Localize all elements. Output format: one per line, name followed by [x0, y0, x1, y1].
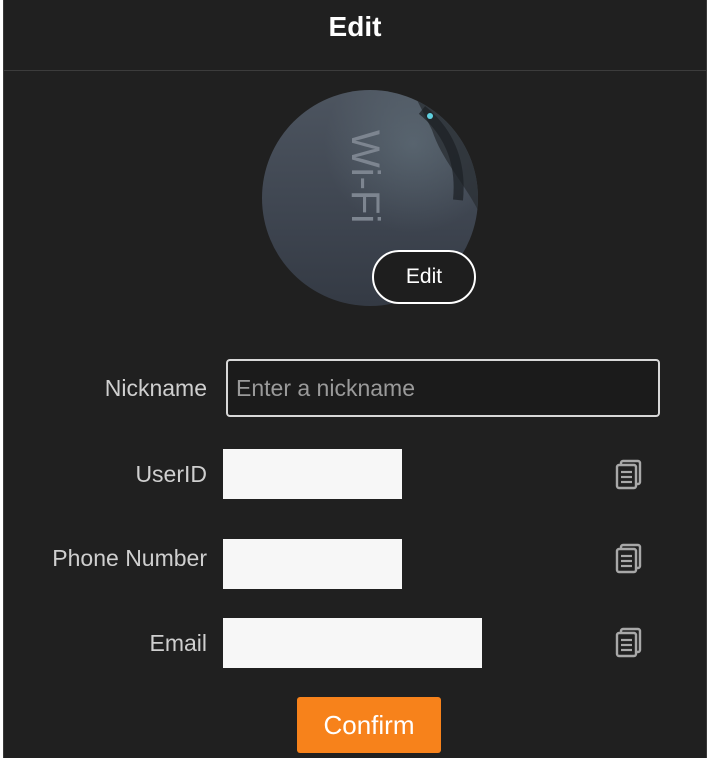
email-value	[223, 618, 482, 668]
email-label: Email	[149, 630, 207, 656]
phone-label: Phone Number	[52, 545, 207, 571]
userid-label: UserID	[135, 461, 207, 487]
dialog-header: Edit	[4, 0, 706, 71]
dialog-title: Edit	[328, 11, 382, 42]
userid-value	[223, 449, 402, 499]
userid-copy-icon[interactable]	[612, 457, 646, 491]
nickname-label: Nickname	[104, 375, 207, 401]
email-copy-icon[interactable]	[612, 625, 646, 659]
avatar-photo-text: Wi-Fi	[343, 130, 387, 223]
nickname-input[interactable]	[226, 359, 660, 417]
phone-value	[223, 539, 402, 589]
phone-copy-icon[interactable]	[612, 541, 646, 575]
edit-dialog: Edit Wi-Fi Edit Nickname UserID Phone Nu…	[3, 0, 707, 758]
confirm-button[interactable]: Confirm	[297, 697, 441, 753]
avatar-edit-button[interactable]: Edit	[372, 250, 476, 304]
